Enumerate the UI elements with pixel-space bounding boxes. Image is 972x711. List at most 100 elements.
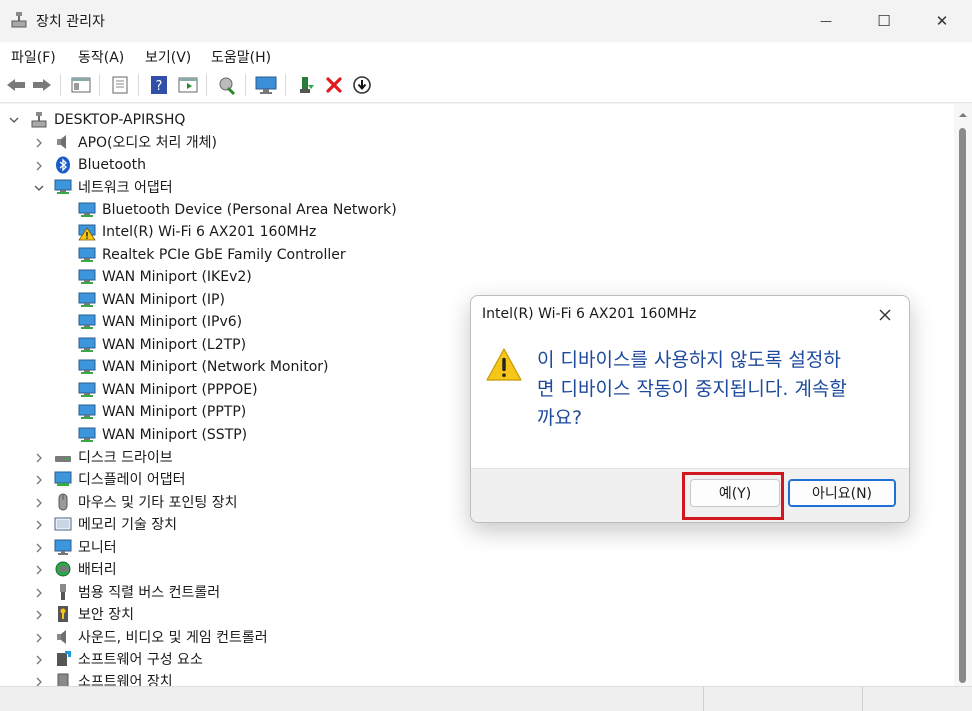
chevron-right-icon[interactable] [33,564,45,576]
chevron-right-icon[interactable] [33,542,45,554]
chevron-down-icon[interactable] [8,114,20,126]
tree-device[interactable]: Bluetooth Device (Personal Area Network) [78,199,397,221]
chevron-right-icon[interactable] [33,452,45,464]
speaker-icon [57,630,66,644]
dialog-close-button[interactable] [871,303,899,327]
toolbar: ? [0,68,972,103]
maximize-button[interactable]: ☐ [855,0,913,42]
chevron-right-icon[interactable] [33,654,45,666]
enable-device-icon[interactable] [295,74,317,96]
tree-device[interactable]: WAN Miniport (IPv6) [78,311,242,333]
disable-device-icon[interactable] [351,74,373,96]
chevron-right-icon[interactable] [33,676,45,686]
tree-category-display-adapters[interactable]: 디스플레이 어댑터 [54,468,186,490]
device-manager-icon [11,12,27,28]
tree-category-software-components[interactable]: 소프트웨어 구성 요소 [54,648,203,670]
chevron-right-icon[interactable] [33,160,45,172]
forward-arrow-icon[interactable] [31,74,53,96]
scrollbar-thumb[interactable] [959,128,966,683]
close-button[interactable]: ✕ [913,0,971,42]
tree-category-mice[interactable]: 마우스 및 기타 포인팅 장치 [54,491,237,513]
update-driver-icon[interactable] [255,74,277,96]
title-bar: 장치 관리자 — ☐ ✕ [0,0,972,42]
uninstall-device-icon[interactable] [323,74,345,96]
tree-device[interactable]: WAN Miniport (L2TP) [78,334,246,356]
dialog-title: Intel(R) Wi-Fi 6 AX201 160MHz [482,306,697,322]
tree-root-label: DESKTOP-APIRSHQ [54,112,186,128]
chevron-right-icon[interactable] [33,497,45,509]
tree-category-network-adapters[interactable]: 네트워크 어댑터 [54,176,173,198]
tree-category-memory-tech[interactable]: 메모리 기술 장치 [54,513,177,535]
vertical-scrollbar[interactable] [954,104,972,686]
tree-device[interactable]: WAN Miniport (PPPOE) [78,379,258,401]
chevron-down-icon[interactable] [33,182,45,194]
menu-help[interactable]: 도움말(H) [211,47,271,67]
menu-file[interactable]: 파일(F) [11,47,56,67]
tree-category-apo[interactable]: APO(오디오 처리 개체) [54,131,217,153]
tree-device[interactable]: WAN Miniport (Network Monitor) [78,356,329,378]
properties-icon[interactable] [109,74,131,96]
tree-category-security-devices[interactable]: 보안 장치 [54,603,134,625]
tree-category-disk-drives[interactable]: 디스크 드라이브 [54,446,173,468]
network-adapter-icon [78,337,96,352]
status-bar [0,686,972,711]
chevron-right-icon[interactable] [33,474,45,486]
status-divider [703,687,704,711]
network-adapter-icon [78,292,96,307]
tree-device[interactable]: WAN Miniport (SSTP) [78,424,247,446]
tree-category-batteries[interactable]: 배터리 [54,558,117,580]
status-divider [862,687,863,711]
minimize-icon: — [820,14,832,28]
network-adapter-icon [78,247,96,262]
battery-icon [55,561,71,577]
menu-action[interactable]: 동작(A) [78,47,124,67]
back-arrow-icon[interactable] [5,74,27,96]
menu-view[interactable]: 보기(V) [145,47,191,67]
close-icon [879,309,891,321]
tree-category-bluetooth[interactable]: Bluetooth [54,154,146,176]
disk-drive-icon [55,456,71,462]
tree-category-software-devices[interactable]: 소프트웨어 장치 [54,670,173,686]
network-adapter-icon [78,404,96,419]
tree-category-monitors[interactable]: 모니터 [54,536,117,558]
close-icon: ✕ [935,12,949,30]
window-title: 장치 관리자 [36,14,105,30]
toolbar-separator [138,74,139,96]
display-adapter-icon [54,471,72,486]
speaker-icon [57,135,66,149]
toolbar-separator [99,74,100,96]
warning-icon [486,348,522,381]
action-pane-icon[interactable] [177,74,199,96]
no-button[interactable]: 아니요(N) [788,479,896,507]
toolbar-separator [285,74,286,96]
tree-device[interactable]: WAN Miniport (PPTP) [78,401,246,423]
tree-device[interactable]: WAN Miniport (IKEv2) [78,266,252,288]
network-adapter-icon [54,179,72,194]
chevron-right-icon[interactable] [33,632,45,644]
security-device-icon [58,606,68,622]
network-adapter-icon [78,427,96,442]
scan-hardware-icon[interactable] [216,74,238,96]
toolbar-separator [245,74,246,96]
chevron-right-icon[interactable] [33,609,45,621]
menu-bar: 파일(F) 동작(A) 보기(V) 도움말(H) [0,42,972,68]
mouse-icon [58,493,68,511]
scroll-up-icon[interactable] [958,110,968,120]
tree-category-sound-video-game[interactable]: 사운드, 비디오 및 게임 컨트롤러 [54,626,268,648]
tree-category-usb-controllers[interactable]: 범용 직렬 버스 컨트롤러 [54,581,220,603]
software-component-icon [57,651,71,666]
tree-device[interactable]: Realtek PCIe GbE Family Controller [78,244,346,266]
bluetooth-icon [56,156,70,174]
tree-root[interactable]: DESKTOP-APIRSHQ [30,109,185,131]
chevron-right-icon[interactable] [33,137,45,149]
network-adapter-icon [78,314,96,329]
show-hide-console-tree-icon[interactable] [70,74,92,96]
highlight-annotation [682,472,784,520]
chevron-right-icon[interactable] [33,519,45,531]
help-icon[interactable]: ? [148,74,170,96]
network-adapter-icon [78,382,96,397]
minimize-button[interactable]: — [797,0,855,42]
tree-device-selected[interactable]: Intel(R) Wi-Fi 6 AX201 160MHz [78,221,316,243]
tree-device[interactable]: WAN Miniport (IP) [78,289,225,311]
chevron-right-icon[interactable] [33,587,45,599]
